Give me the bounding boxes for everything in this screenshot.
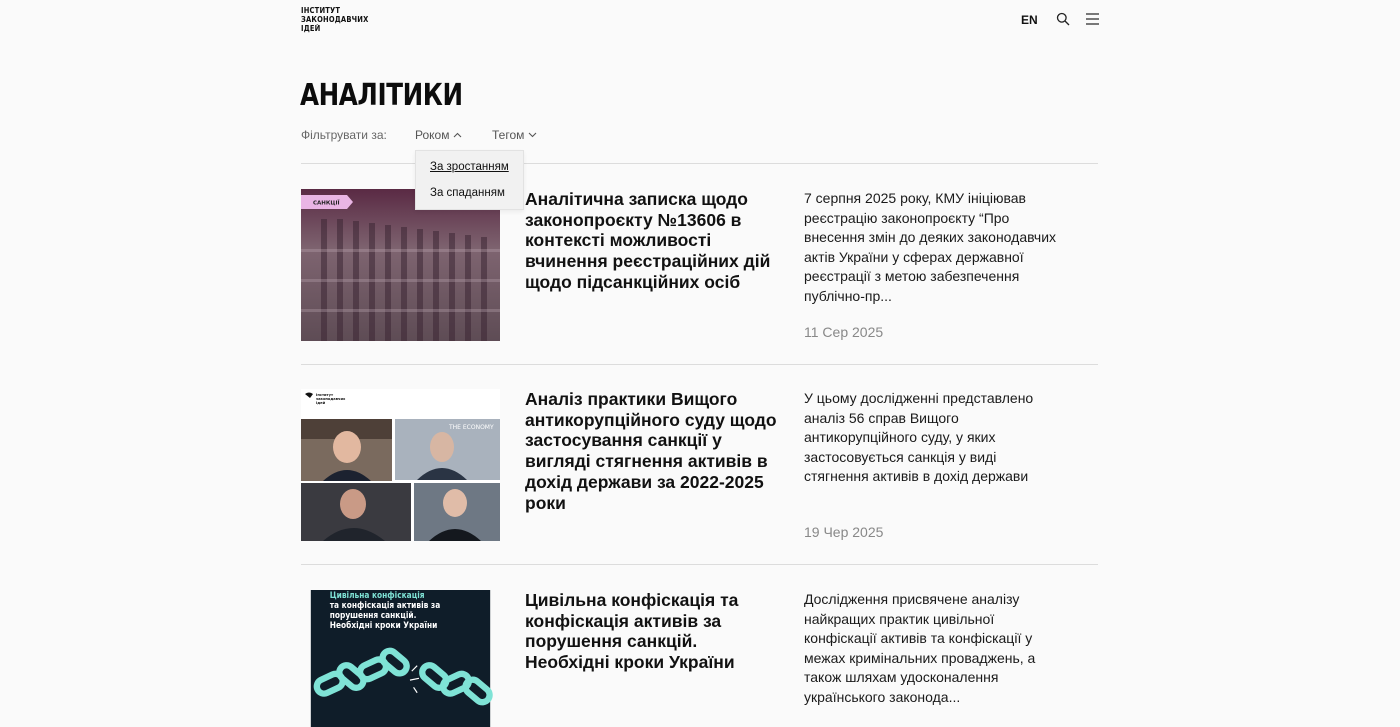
article-thumbnail[interactable]: Інститут законодавчих ідей THE ECONOMY: [301, 389, 500, 541]
site-header: ІНСТИТУТ ЗАКОНОДАВЧИХ ІДЕЙ EN: [301, 6, 1099, 38]
article-excerpt: У цьому дослідженні представлено аналіз …: [804, 390, 1034, 484]
article-date: 11 Сер 2025: [804, 324, 884, 340]
article-title[interactable]: Цивільна конфіскація та конфіскація акти…: [525, 590, 785, 673]
article-excerpt: Дослідження присвячене аналізу найкращих…: [804, 591, 1036, 705]
page-title: АНАЛІТИКИ: [300, 78, 463, 113]
article-excerpt: 7 серпня 2025 року, КМУ ініціював реєстр…: [804, 190, 1057, 304]
logo-line: ЗАКОНОДАВЧИХ: [301, 15, 369, 24]
search-icon[interactable]: [1056, 12, 1070, 26]
image-badge: САНКЦІЇ: [313, 200, 340, 207]
article-card: Цивільна конфіскація та конфіскація акти…: [301, 590, 1098, 727]
article-date: 19 Чер 2025: [804, 524, 884, 540]
chevron-up-icon: [454, 132, 462, 138]
hamburger-menu-icon[interactable]: [1086, 13, 1099, 25]
divider: [301, 564, 1098, 565]
sort-ascending-option[interactable]: За зростанням: [430, 161, 509, 173]
article-card: Інститут законодавчих ідей THE ECONOMY А…: [301, 389, 1098, 541]
image-caption: THE ECONOMY: [448, 424, 494, 431]
filter-label: Фільтрувати за:: [301, 128, 387, 142]
chevron-down-icon: [528, 132, 537, 138]
article-card: САНКЦІЇ Аналітична записка щодо законопр…: [301, 189, 1098, 341]
filter-by-year-button[interactable]: Роком: [415, 128, 462, 142]
logo-line: ІДЕЙ: [301, 24, 321, 33]
article-thumbnail[interactable]: Цивільна конфіскація та конфіскація акти…: [301, 590, 500, 727]
image-title-accent: Цивільна конфіскація: [329, 590, 425, 601]
image-title-rest: та конфіскація активів за порушення санк…: [329, 600, 441, 631]
filter-tag-label: Тегом: [492, 128, 525, 142]
filter-by-tag-button[interactable]: Тегом: [492, 128, 537, 142]
filter-year-label: Роком: [415, 128, 450, 142]
sort-descending-option[interactable]: За спаданням: [430, 187, 505, 199]
language-switch[interactable]: EN: [1021, 13, 1038, 27]
divider: [301, 364, 1098, 365]
site-logo[interactable]: ІНСТИТУТ ЗАКОНОДАВЧИХ ІДЕЙ: [301, 6, 376, 33]
article-thumbnail[interactable]: САНКЦІЇ: [301, 189, 500, 341]
logo-line: ІНСТИТУТ: [301, 6, 341, 15]
article-title[interactable]: Аналітична записка щодо законопроєкту №1…: [525, 189, 785, 293]
sort-dropdown: За зростанням За спаданням: [415, 150, 524, 210]
article-title[interactable]: Аналіз практики Вищого антикорупційного …: [525, 389, 785, 513]
image-logo-line: ідей: [316, 401, 326, 405]
